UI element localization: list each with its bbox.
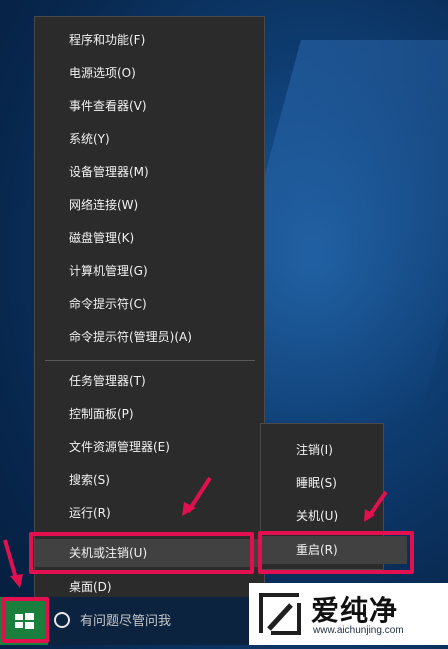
watermark-url: www.aichunjing.com — [313, 625, 404, 636]
menu-item-power-options[interactable]: 电源选项(O) — [35, 59, 264, 87]
cortana-circle-icon — [54, 612, 70, 628]
watermark: 爱纯净 www.aichunjing.com — [249, 583, 448, 645]
menu-item-run[interactable]: 运行(R) — [35, 499, 264, 527]
menu-item-computer-management[interactable]: 计算机管理(G) — [35, 257, 264, 285]
menu-item-disk-management[interactable]: 磁盘管理(K) — [35, 224, 264, 252]
menu-item-event-viewer[interactable]: 事件查看器(V) — [35, 92, 264, 120]
annotation-arrow-icon — [3, 539, 23, 588]
menu-item-command-prompt-admin[interactable]: 命令提示符(管理员)(A) — [35, 323, 264, 351]
annotation-box-restart-item — [258, 531, 414, 574]
menu-item-device-manager[interactable]: 设备管理器(M) — [35, 158, 264, 186]
brand-logo-icon — [259, 593, 301, 635]
cortana-search-bar[interactable]: 有问题尽管问我 — [48, 604, 248, 640]
menu-item-search[interactable]: 搜索(S) — [35, 466, 264, 494]
menu-item-control-panel[interactable]: 控制面板(P) — [35, 400, 264, 428]
menu-item-system[interactable]: 系统(Y) — [35, 125, 264, 153]
menu-separator — [45, 360, 255, 361]
watermark-brand: 爱纯净 — [311, 594, 399, 627]
annotation-box-shutdown-item — [29, 532, 254, 574]
menu-item-network-connections[interactable]: 网络连接(W) — [35, 191, 264, 219]
menu-item-task-manager[interactable]: 任务管理器(T) — [35, 367, 264, 395]
menu-item-command-prompt[interactable]: 命令提示符(C) — [35, 290, 264, 318]
annotation-box-start-button — [2, 597, 49, 643]
menu-item-programs-features[interactable]: 程序和功能(F) — [35, 26, 264, 54]
annotation-arrow-icon — [364, 490, 388, 522]
menu-item-file-explorer[interactable]: 文件资源管理器(E) — [35, 433, 264, 461]
winx-context-menu: 程序和功能(F) 电源选项(O) 事件查看器(V) 系统(Y) 设备管理器(M)… — [34, 16, 265, 609]
annotation-arrow-icon — [182, 476, 212, 516]
search-placeholder: 有问题尽管问我 — [80, 614, 172, 629]
submenu-item-sign-out[interactable]: 注销(I) — [261, 436, 383, 464]
